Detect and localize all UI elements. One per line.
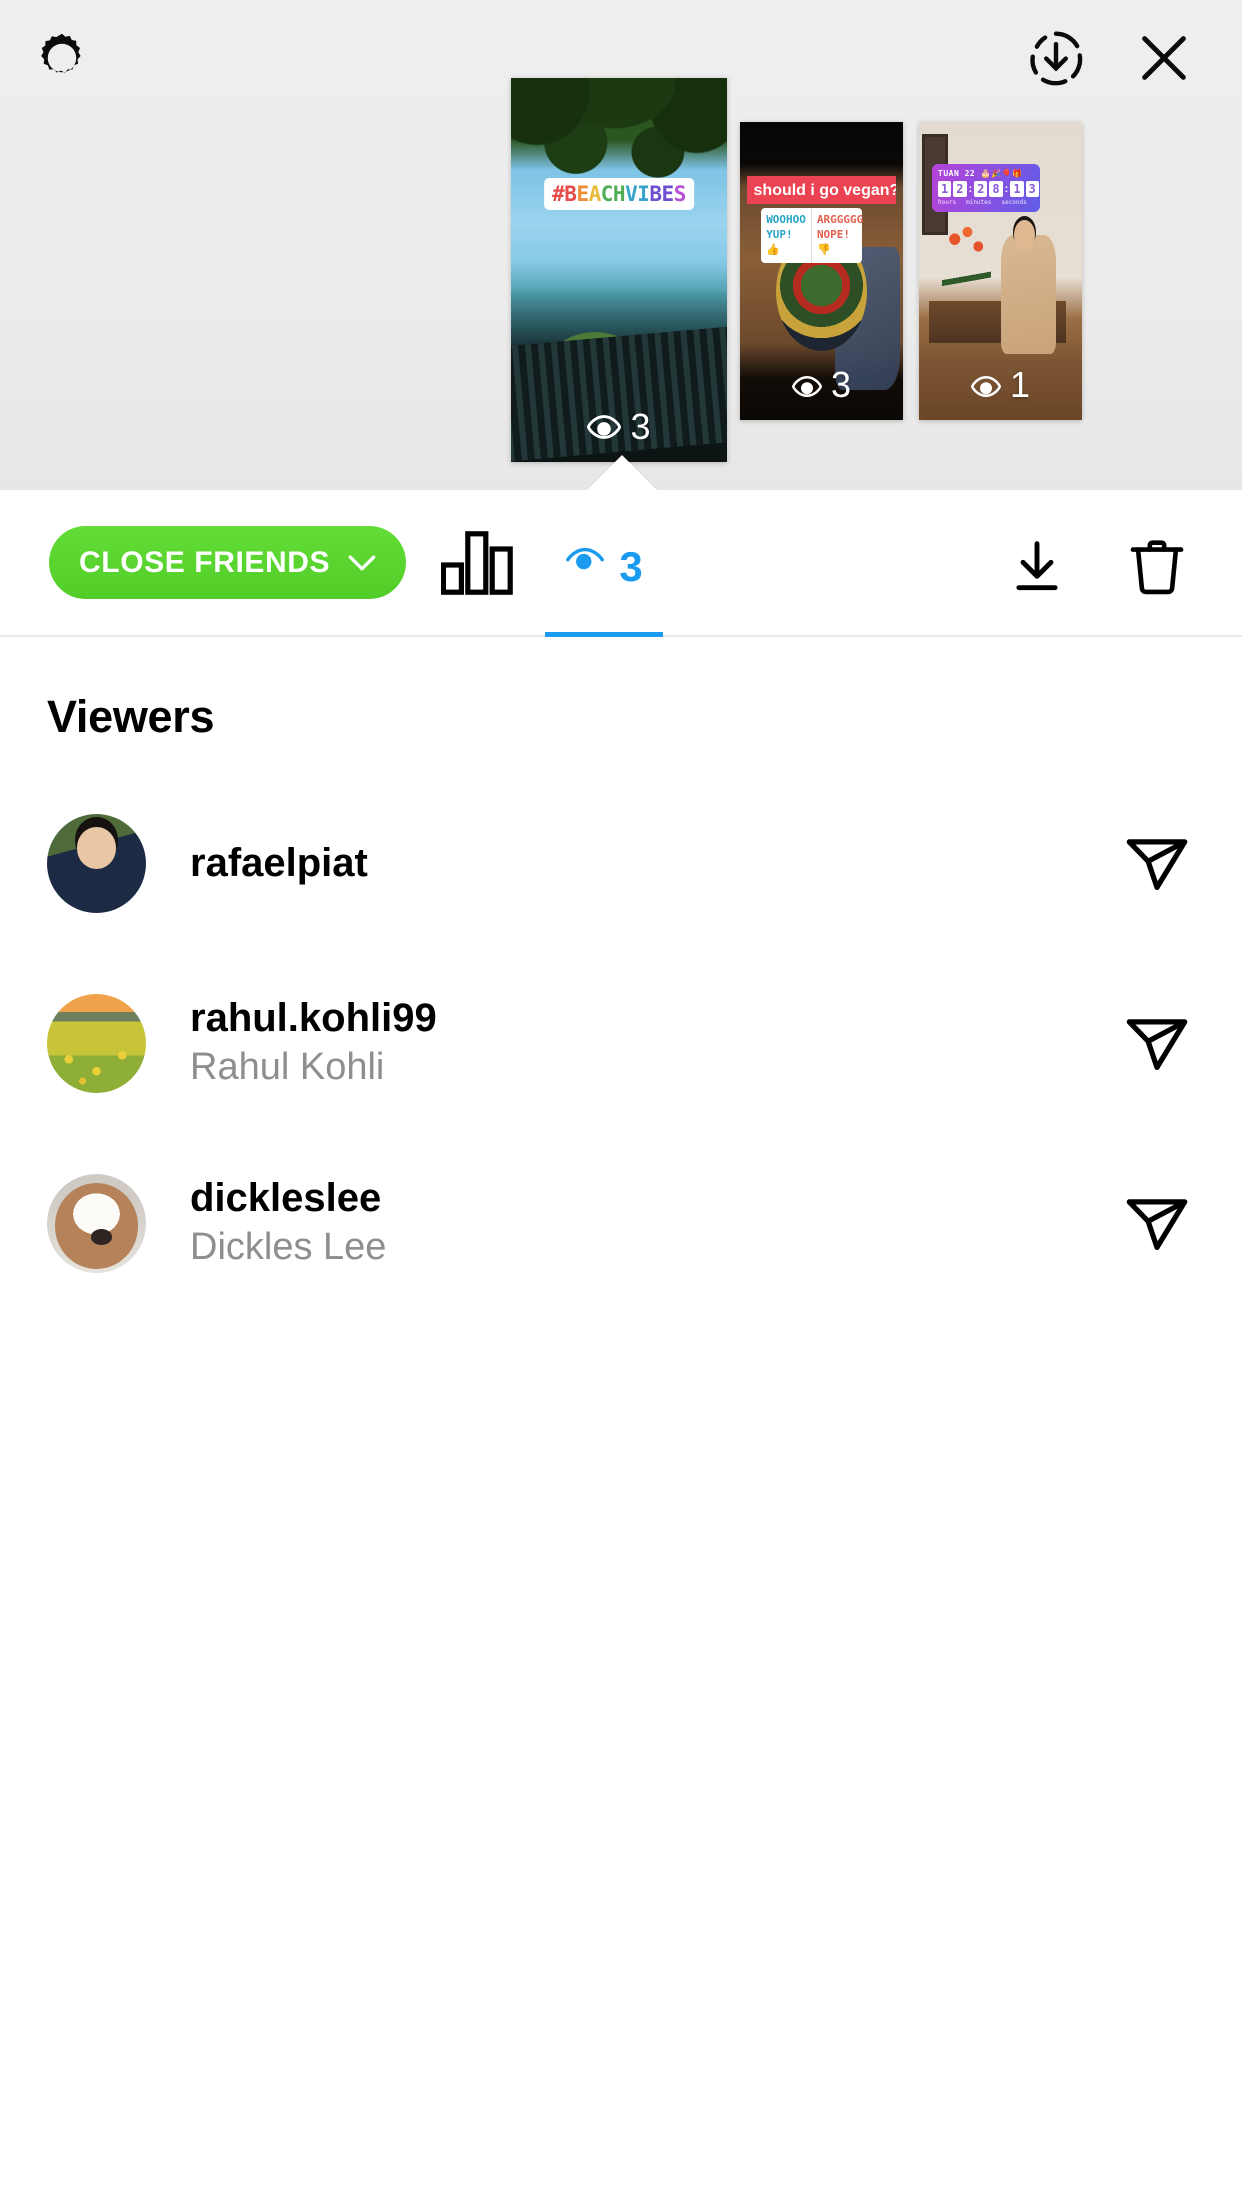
poll-option-yes-line2: YUP! 👍 — [766, 228, 793, 257]
eye-icon — [791, 364, 823, 406]
story-1-view-count: 3 — [511, 406, 727, 448]
view-count-value: 3 — [630, 406, 651, 447]
viewers-heading: Viewers — [47, 691, 215, 742]
download-button[interactable] — [1000, 534, 1074, 604]
story-3-view-count: 1 — [919, 364, 1082, 406]
poll-question: should i go vegan? 😂 — [746, 175, 897, 204]
story-thumbnail-3[interactable]: TUAN 22 🎂🎉🎈🎁 1 2 : 2 8 : 1 3 hours minut… — [919, 122, 1082, 420]
bar-chart-icon — [440, 531, 513, 600]
countdown-sticker: TUAN 22 🎂🎉🎈🎁 1 2 : 2 8 : 1 3 hours minut… — [932, 163, 1040, 212]
send-icon — [1123, 1008, 1191, 1079]
viewer-username[interactable]: dickleslee — [190, 1176, 1114, 1221]
hashtag-sticker: #BEACHVIBES — [544, 177, 694, 210]
countdown-digit: 1 — [938, 180, 952, 197]
countdown-digit: 3 — [1025, 180, 1039, 197]
story-toolbar: CLOSE FRIENDS 3 — [0, 490, 1242, 637]
countdown-digit: 8 — [989, 180, 1003, 197]
viewer-row[interactable]: rahul.kohli99 Rahul Kohli — [0, 953, 1242, 1133]
poll-option-no-line2: NOPE! 👎 — [816, 228, 851, 257]
countdown-colon: : — [968, 182, 973, 195]
countdown-label-seconds: seconds — [1001, 198, 1027, 206]
tab-views[interactable]: 3 — [545, 532, 663, 637]
countdown-digits: 1 2 : 2 8 : 1 3 — [938, 180, 1039, 197]
countdown-title: TUAN 22 🎂🎉🎈🎁 — [938, 168, 1023, 178]
send-message-button[interactable] — [1114, 1000, 1200, 1086]
trash-icon — [1126, 536, 1188, 605]
poll-option-yes[interactable]: WOOHOO YUP! 👍 — [761, 208, 811, 263]
active-tab-underline — [545, 632, 663, 637]
send-icon — [1123, 828, 1191, 899]
avatar[interactable] — [47, 1173, 146, 1273]
story-thumbnail-2[interactable]: should i go vegan? 😂 WOOHOO YUP! 👍 ARGGG… — [740, 122, 903, 420]
viewer-username[interactable]: rafaelpiat — [190, 841, 1114, 886]
story-2-view-count: 3 — [740, 364, 903, 406]
viewer-row[interactable]: dickleslee Dickles Lee — [0, 1133, 1242, 1313]
countdown-labels: hours minutes seconds — [938, 199, 1034, 206]
insights-button[interactable] — [437, 531, 517, 600]
eye-icon — [587, 406, 622, 448]
countdown-digit: 2 — [953, 180, 967, 197]
chevron-down-icon — [348, 546, 376, 580]
beach-foliage — [511, 78, 727, 240]
poll-option-yes-line1: WOOHOO — [766, 213, 806, 227]
person-body — [1000, 235, 1056, 355]
download-icon — [1006, 536, 1068, 603]
countdown-label-hours: hours — [938, 198, 957, 206]
person-head — [1013, 220, 1035, 251]
send-icon — [1123, 1188, 1191, 1259]
close-friends-button[interactable]: CLOSE FRIENDS — [49, 526, 407, 599]
views-count: 3 — [619, 543, 643, 590]
viewer-info: rahul.kohli99 Rahul Kohli — [190, 996, 1114, 1090]
poll-options: WOOHOO YUP! 👍 ARGGGGG NOPE! 👎 — [761, 208, 863, 263]
story-thumbnails: #BEACHVIBES 3 should i go vegan? 😂 — [0, 0, 1242, 490]
story-1-media — [511, 78, 727, 462]
eye-icon — [565, 546, 605, 579]
flower-vase — [941, 223, 991, 313]
avatar[interactable] — [47, 993, 146, 1093]
viewer-row[interactable]: rafaelpiat — [0, 773, 1242, 953]
avatar[interactable] — [47, 813, 146, 913]
eye-icon — [970, 364, 1002, 406]
poll-option-no-line1: ARGGGGG — [816, 213, 864, 227]
viewer-display-name: Rahul Kohli — [190, 1045, 385, 1088]
viewer-info: dickleslee Dickles Lee — [190, 1176, 1114, 1270]
story-thumbnail-strip: #BEACHVIBES 3 should i go vegan? 😂 — [0, 0, 1242, 490]
send-message-button[interactable] — [1114, 820, 1200, 906]
countdown-digit: 2 — [974, 180, 988, 197]
close-friends-label: CLOSE FRIENDS — [79, 545, 331, 579]
countdown-digit: 1 — [1010, 180, 1024, 197]
selected-story-pointer — [586, 455, 658, 490]
viewer-display-name: Dickles Lee — [190, 1225, 387, 1268]
viewer-username[interactable]: rahul.kohli99 — [190, 996, 1114, 1041]
view-count-value: 3 — [830, 364, 852, 405]
story-thumbnail-1[interactable]: #BEACHVIBES 3 — [511, 78, 727, 462]
countdown-colon: : — [1004, 182, 1009, 195]
viewer-info: rafaelpiat — [190, 841, 1114, 886]
view-count-value: 1 — [1009, 364, 1031, 405]
send-message-button[interactable] — [1114, 1180, 1200, 1266]
poll-option-no[interactable]: ARGGGGG NOPE! 👎 — [810, 208, 868, 263]
viewers-list: rafaelpiat rahul.kohli99 Rahul Kohli dic… — [0, 773, 1242, 1313]
countdown-label-minutes: minutes — [966, 198, 992, 206]
delete-button[interactable] — [1120, 534, 1194, 606]
